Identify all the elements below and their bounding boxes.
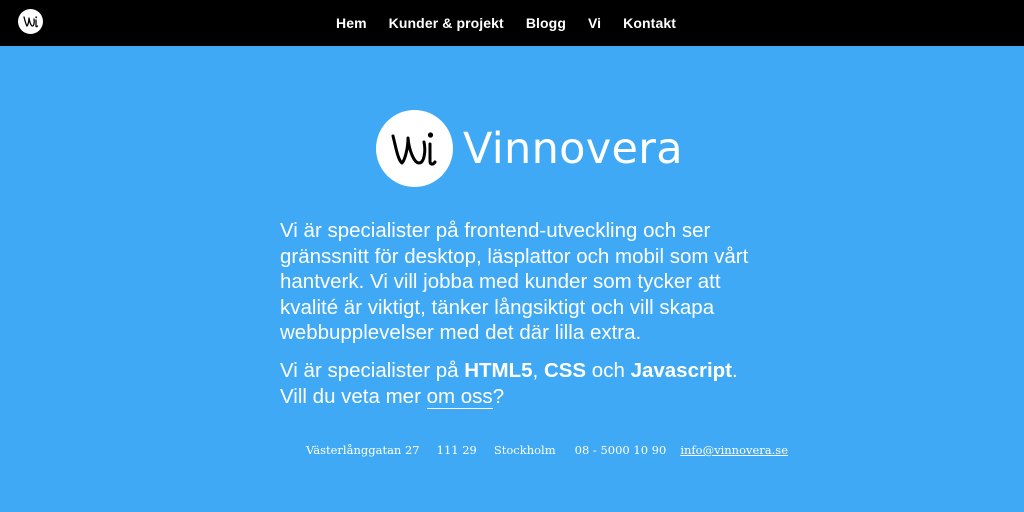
more-info-text: Vill du veta mer [280,384,427,408]
nav-item-vi[interactable]: Vi [588,15,601,31]
address-street: Västerlånggatan 27 [306,443,420,457]
nav-item-kontakt[interactable]: Kontakt [623,15,676,31]
specialties-text: Vi är specialister på [280,359,465,382]
address-city: Stockholm [493,443,556,457]
main-nav: Hem Kunder & projekt Blogg Vi Kontakt [0,0,1024,46]
separator-text: . [732,359,738,382]
intro-paragraph: Vi är specialister på frontend-utvecklin… [280,219,749,344]
specialties-paragraph: Vi är specialister på HTML5, CSS och Jav… [280,358,756,409]
nav-item-blogg[interactable]: Blogg [526,15,566,31]
about-us-link[interactable]: om oss [426,384,493,409]
phone-number: 08 - 5000 10 90 [574,443,667,457]
separator-text: ? [492,384,505,408]
separator-text: och [586,359,631,382]
brand-name: Vinnovera [463,123,683,174]
hero-logo: Vinnovera [376,110,683,187]
tech-html5: HTML5 [464,359,533,382]
tech-javascript: Javascript [630,359,732,382]
tech-css: CSS [543,359,587,382]
email-link[interactable]: info@vinnovera.se [680,443,788,457]
contact-footer: Västerlånggatan 27 111 29 Stockholm 08 -… [306,441,788,459]
nav-item-hem[interactable]: Hem [336,15,367,31]
address-zip: 111 29 [436,443,477,457]
vi-logo-glyph [391,132,437,166]
separator-text: , [532,359,544,382]
nav-item-kunder-projekt[interactable]: Kunder & projekt [389,15,504,31]
vinnovera-logo-icon [376,110,453,187]
top-navigation-bar: Hem Kunder & projekt Blogg Vi Kontakt [0,0,1024,46]
